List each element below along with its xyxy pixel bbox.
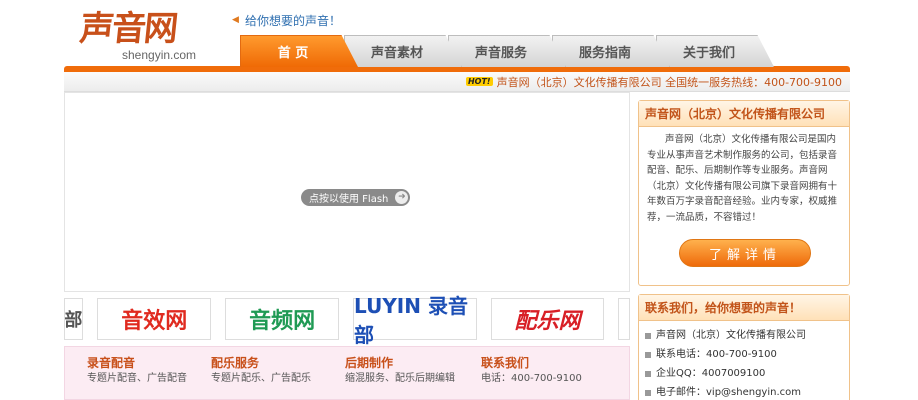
partner-logo[interactable]: 配乐网 (490, 298, 605, 340)
tab-service-guide[interactable]: 服务指南 (552, 35, 670, 67)
partner-logo[interactable]: 音效网 (97, 298, 212, 340)
speaker-icon: ◀ (232, 15, 239, 25)
partner-logos: 部 音效网 音频网 LUYIN 录音部 配乐网 (64, 294, 631, 347)
partner-logo[interactable] (618, 298, 631, 340)
service-column: 配乐服务 专题片配乐、广告配乐 (211, 355, 311, 387)
bullet-icon (645, 351, 651, 358)
contact-item: 企业QQ：4007009100 (645, 364, 843, 383)
contact-card-title: 联系我们，给你想要的声音！ (639, 295, 849, 321)
logo-domain: shengyin.com (122, 48, 197, 62)
column-title[interactable]: 配乐服务 (211, 355, 311, 371)
tab-about-us[interactable]: 关于我们 (656, 35, 774, 67)
company-card-title: 声音网（北京）文化传播有限公司 (639, 101, 849, 127)
company-description: 声音网（北京）文化传播有限公司是国内专业从事声音艺术制作服务的公司，包括录音配音… (647, 134, 838, 223)
partner-logo[interactable]: LUYIN 录音部 (353, 294, 477, 347)
arrow-right-icon: ➜ (395, 191, 409, 204)
slogan: ◀ 给你想要的声音！ (232, 12, 341, 29)
slogan-text: 给你想要的声音！ (245, 14, 342, 28)
contact-qq: 企业QQ：4007009100 (656, 368, 766, 379)
flash-placeholder: 点按以使用 Flash ➜ (64, 92, 630, 292)
contact-list: 声音网（北京）文化传播有限公司 联系电话：400-700-9100 企业QQ：4… (639, 321, 849, 400)
site-logo[interactable]: 声音网 shengyin.com (77, 8, 220, 64)
contact-item: 联系电话：400-700-9100 (645, 345, 843, 364)
partner-logo[interactable]: 音频网 (225, 298, 340, 340)
contact-card: 联系我们，给你想要的声音！ 声音网（北京）文化传播有限公司 联系电话：400-7… (638, 294, 850, 400)
bullet-icon (645, 332, 651, 339)
column-title[interactable]: 联系我们 (481, 355, 582, 371)
services-panel: 录音配音 专题片配音、广告配音 配乐服务 专题片配乐、广告配乐 后期制作 缩混服… (64, 346, 630, 400)
hot-badge: HOT! (465, 77, 493, 86)
enable-flash-button[interactable]: 点按以使用 Flash ➜ (301, 189, 411, 206)
logo-mark: 声音网 (77, 9, 179, 49)
column-line[interactable]: 缩混服务、配乐后期编辑 (345, 371, 455, 387)
column-title[interactable]: 录音配音 (87, 355, 187, 371)
service-column: 录音配音 专题片配音、广告配音 (87, 355, 187, 387)
tab-sound-materials[interactable]: 声音素材 (344, 35, 462, 67)
tab-home[interactable]: 首 页 (240, 35, 358, 67)
enable-flash-label: 点按以使用 Flash (309, 194, 389, 205)
service-column: 联系我们 电话：400-700-9100 (481, 355, 582, 387)
info-bar: HOT! 声音网（北京）文化传播有限公司 全国统一服务热线：400-700-91… (64, 72, 850, 92)
contact-item: 电子邮件：vip@shengyin.com (645, 383, 843, 400)
contact-company: 声音网（北京）文化传播有限公司 (656, 330, 806, 341)
contact-item: 声音网（北京）文化传播有限公司 (645, 326, 843, 345)
bullet-icon (645, 389, 651, 396)
contact-phone: 联系电话：400-700-9100 (656, 349, 777, 360)
partner-logo[interactable]: 部 (64, 298, 84, 340)
column-line: 电话：400-700-9100 (481, 373, 582, 384)
learn-more-button[interactable]: 了解详情 (679, 239, 811, 267)
main-nav: 首 页 声音素材 声音服务 服务指南 关于我们 (240, 35, 780, 67)
bullet-icon (645, 370, 651, 377)
column-line[interactable]: 专题片配音、广告配音 (87, 371, 187, 387)
company-card: 声音网（北京）文化传播有限公司 声音网（北京）文化传播有限公司是国内专业从事声音… (638, 100, 850, 286)
hotline-text: 声音网（北京）文化传播有限公司 全国统一服务热线：400-700-9100 (496, 75, 842, 89)
service-column: 后期制作 缩混服务、配乐后期编辑 (345, 355, 455, 387)
column-title[interactable]: 后期制作 (345, 355, 455, 371)
column-line[interactable]: 专题片配乐、广告配乐 (211, 371, 311, 387)
tab-sound-services[interactable]: 声音服务 (448, 35, 566, 67)
contact-email[interactable]: 电子邮件：vip@shengyin.com (656, 383, 801, 400)
